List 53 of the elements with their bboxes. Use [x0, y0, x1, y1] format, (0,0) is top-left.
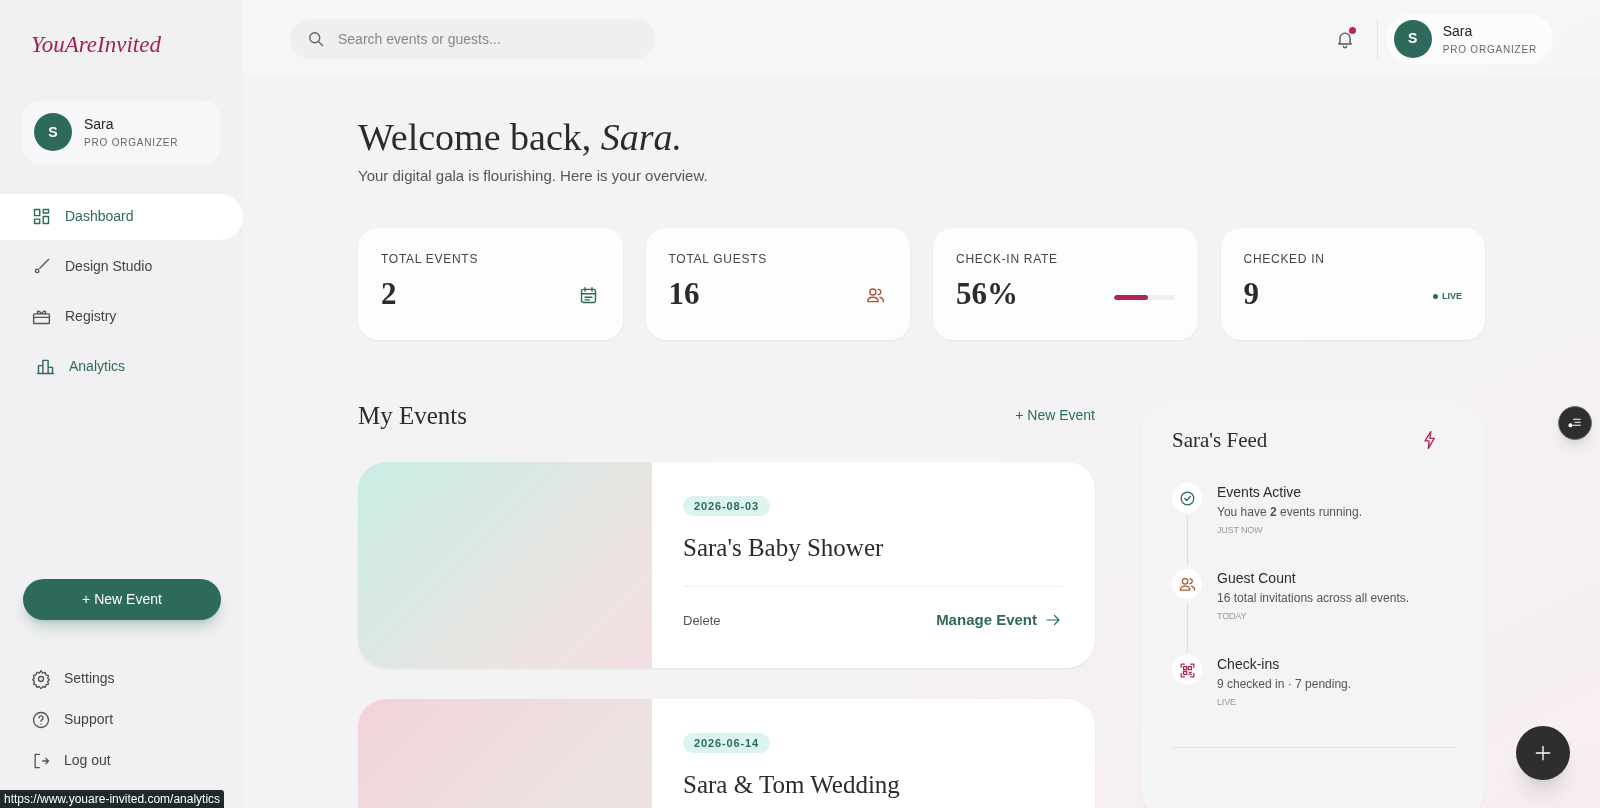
new-event-link[interactable]: + New Event	[1015, 405, 1095, 426]
profile-name: Sara	[84, 115, 115, 134]
event-title: Sara's Baby Shower	[683, 532, 885, 563]
plus-icon	[1533, 743, 1553, 763]
stat-label: CHECKED IN	[1243, 250, 1326, 268]
status-url: https://www.youare-invited.com/analytics	[0, 790, 225, 808]
profile-name: Sara	[1442, 21, 1474, 41]
stat-value: 56%	[956, 275, 1018, 312]
feed-item-title: Check-ins	[1217, 655, 1281, 673]
nav-item[interactable]: Dashboard	[0, 193, 243, 240]
welcome-title: Welcome back, Sara.	[358, 115, 684, 159]
floating-menu-button[interactable]	[1558, 406, 1592, 440]
search-field[interactable]: Search events or guests...	[290, 18, 655, 59]
sidebar-link[interactable]: Log out	[0, 740, 180, 781]
sidebar-link[interactable]: Support	[0, 699, 180, 740]
profile-role: PRO ORGANIZER	[84, 136, 179, 150]
date-badge: 2026-08-03	[683, 495, 771, 516]
feed-title: Sara's Feed	[1172, 426, 1268, 454]
stat-label: TOTAL GUESTS	[668, 250, 768, 268]
feed-item-time: JUST NOW	[1217, 524, 1264, 537]
stat-value: 16	[668, 275, 700, 312]
feed-item-time: LIVE	[1217, 696, 1237, 709]
new-event-button[interactable]: + New Event	[23, 579, 221, 620]
feed-item-time: TODAY	[1217, 610, 1248, 623]
profile-role: PRO ORGANIZER	[1442, 42, 1537, 57]
stat-value: 9	[1243, 275, 1259, 312]
delete-link[interactable]: Delete	[683, 610, 721, 630]
help-icon	[31, 709, 51, 730]
avatar: S	[34, 113, 72, 151]
feed-item-title: Events Active	[1217, 483, 1303, 501]
feed-item-text: You have 2 events running.	[1217, 504, 1363, 521]
nav-item[interactable]: Registry	[0, 293, 200, 340]
brand-logo: YouAreInvited	[30, 31, 162, 59]
stat-label: TOTAL EVENTS	[381, 250, 480, 268]
feed-item-text: 16 total invitations across all events.	[1217, 590, 1410, 607]
manage-event-link[interactable]: Manage Event	[936, 609, 1062, 632]
settings-icon	[31, 668, 51, 689]
sidebar-link[interactable]: Settings	[0, 658, 180, 699]
avatar: S	[1393, 19, 1432, 58]
welcome-subtitle: Your digital gala is flourishing. Here is your overview.	[358, 166, 709, 186]
date-badge: 2026-06-14	[683, 732, 771, 753]
section-title: My Events	[358, 400, 468, 431]
event-title: Sara & Tom Wedding	[683, 769, 901, 800]
nav-item[interactable]: Analytics	[0, 343, 200, 390]
stat-label: CHECK-IN RATE	[956, 250, 1059, 268]
stat-value: 2	[381, 275, 397, 312]
add-button[interactable]	[1516, 726, 1570, 780]
live-label: LIVE	[1442, 290, 1462, 303]
grid-icon	[31, 206, 52, 227]
feed-item-title: Guest Count	[1217, 569, 1297, 587]
nav-item[interactable]: Design Studio	[0, 243, 200, 290]
feed-item-text: 9 checked in · 7 pending.	[1217, 676, 1352, 693]
profile-chip[interactable]: S Sara PRO ORGANIZER	[1385, 13, 1553, 64]
